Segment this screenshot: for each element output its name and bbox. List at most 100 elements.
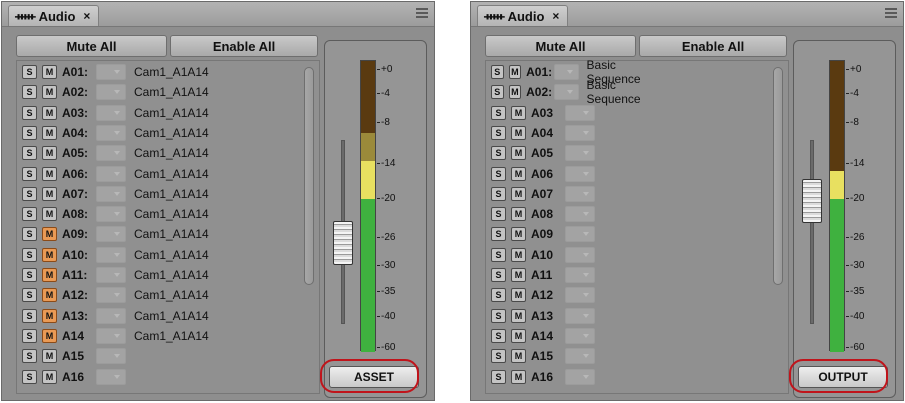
- solo-button[interactable]: S: [491, 369, 506, 384]
- close-tab-icon[interactable]: ×: [83, 9, 90, 23]
- mute-all-button[interactable]: Mute All: [485, 35, 636, 57]
- channel-dropdown[interactable]: [565, 327, 595, 344]
- solo-button[interactable]: S: [22, 146, 37, 161]
- channel-dropdown[interactable]: [96, 287, 126, 304]
- mute-button[interactable]: M: [42, 125, 57, 140]
- channel-dropdown[interactable]: [565, 348, 595, 365]
- channel-dropdown[interactable]: [553, 64, 579, 80]
- volume-fader[interactable]: [802, 179, 822, 224]
- mute-button[interactable]: M: [511, 247, 526, 262]
- solo-button[interactable]: S: [22, 328, 37, 343]
- mute-button[interactable]: M: [511, 288, 526, 303]
- mute-button[interactable]: M: [511, 125, 526, 140]
- mute-button[interactable]: M: [42, 369, 57, 384]
- channel-dropdown[interactable]: [565, 267, 595, 283]
- mute-button[interactable]: M: [511, 186, 526, 201]
- solo-button[interactable]: S: [491, 105, 506, 120]
- solo-button[interactable]: S: [22, 166, 37, 181]
- channel-dropdown[interactable]: [565, 124, 595, 141]
- solo-button[interactable]: S: [491, 288, 506, 303]
- mute-button[interactable]: M: [511, 349, 526, 364]
- channel-dropdown[interactable]: [553, 84, 579, 101]
- solo-button[interactable]: S: [22, 207, 37, 222]
- channel-dropdown[interactable]: [565, 307, 595, 324]
- close-tab-icon[interactable]: ×: [552, 9, 559, 23]
- channel-dropdown[interactable]: [565, 246, 595, 263]
- solo-button[interactable]: S: [22, 268, 37, 282]
- mute-button[interactable]: M: [42, 247, 57, 262]
- mute-button[interactable]: M: [511, 166, 526, 181]
- mute-all-button[interactable]: Mute All: [16, 35, 167, 57]
- mute-button[interactable]: M: [42, 186, 57, 201]
- enable-all-button[interactable]: Enable All: [170, 35, 318, 57]
- channel-dropdown[interactable]: [565, 287, 595, 304]
- audio-tab[interactable]: ᚔ Audio ×: [8, 5, 100, 26]
- solo-button[interactable]: S: [491, 186, 506, 201]
- solo-button[interactable]: S: [22, 288, 37, 303]
- mute-button[interactable]: M: [511, 308, 526, 323]
- mute-button[interactable]: M: [42, 166, 57, 181]
- mute-button[interactable]: M: [511, 369, 526, 384]
- channel-dropdown[interactable]: [96, 104, 126, 121]
- channel-dropdown[interactable]: [96, 307, 126, 324]
- solo-button[interactable]: S: [491, 227, 506, 242]
- mute-button[interactable]: M: [42, 308, 57, 323]
- solo-button[interactable]: S: [22, 308, 37, 323]
- solo-button[interactable]: S: [22, 85, 37, 100]
- channel-dropdown[interactable]: [565, 226, 595, 243]
- solo-button[interactable]: S: [22, 369, 37, 384]
- channel-dropdown[interactable]: [96, 185, 126, 202]
- solo-button[interactable]: S: [491, 146, 506, 161]
- mute-button[interactable]: M: [511, 328, 526, 343]
- solo-button[interactable]: S: [22, 227, 37, 242]
- panel-menu-icon[interactable]: [416, 6, 428, 20]
- channel-dropdown[interactable]: [565, 206, 595, 223]
- mute-button[interactable]: M: [42, 227, 57, 242]
- mute-button[interactable]: M: [508, 65, 522, 79]
- channel-dropdown[interactable]: [565, 145, 595, 162]
- mute-button[interactable]: M: [42, 105, 57, 120]
- solo-button[interactable]: S: [22, 125, 37, 140]
- mute-button[interactable]: M: [42, 207, 57, 222]
- channel-dropdown[interactable]: [96, 145, 126, 162]
- solo-button[interactable]: S: [22, 65, 37, 79]
- solo-button[interactable]: S: [491, 308, 506, 323]
- mute-button[interactable]: M: [511, 146, 526, 161]
- channel-dropdown[interactable]: [565, 185, 595, 202]
- channel-dropdown[interactable]: [565, 165, 595, 182]
- channel-dropdown[interactable]: [96, 165, 126, 182]
- channel-dropdown[interactable]: [96, 348, 126, 365]
- mute-button[interactable]: M: [511, 227, 526, 242]
- solo-button[interactable]: S: [491, 207, 506, 222]
- mute-button[interactable]: M: [42, 146, 57, 161]
- solo-button[interactable]: S: [22, 247, 37, 262]
- solo-button[interactable]: S: [491, 349, 506, 364]
- mute-button[interactable]: M: [42, 288, 57, 303]
- mute-button[interactable]: M: [508, 85, 522, 100]
- solo-button[interactable]: S: [491, 247, 506, 262]
- solo-button[interactable]: S: [491, 166, 506, 181]
- channel-dropdown[interactable]: [96, 246, 126, 263]
- solo-button[interactable]: S: [22, 186, 37, 201]
- channel-dropdown[interactable]: [96, 226, 126, 243]
- mute-button[interactable]: M: [42, 268, 57, 282]
- solo-button[interactable]: S: [491, 125, 506, 140]
- solo-button[interactable]: S: [491, 328, 506, 343]
- channel-dropdown[interactable]: [565, 104, 595, 121]
- mute-button[interactable]: M: [511, 268, 526, 282]
- mute-button[interactable]: M: [511, 105, 526, 120]
- track-list-scrollbar[interactable]: [773, 67, 783, 285]
- channel-dropdown[interactable]: [565, 368, 595, 385]
- solo-button[interactable]: S: [22, 105, 37, 120]
- channel-dropdown[interactable]: [96, 368, 126, 385]
- solo-button[interactable]: S: [491, 85, 504, 100]
- mute-button[interactable]: M: [42, 328, 57, 343]
- mute-button[interactable]: M: [511, 207, 526, 222]
- mute-button[interactable]: M: [42, 65, 57, 79]
- mute-button[interactable]: M: [42, 349, 57, 364]
- enable-all-button[interactable]: Enable All: [639, 35, 787, 57]
- channel-dropdown[interactable]: [96, 267, 126, 283]
- mute-button[interactable]: M: [42, 85, 57, 100]
- channel-dropdown[interactable]: [96, 327, 126, 344]
- channel-dropdown[interactable]: [96, 64, 126, 80]
